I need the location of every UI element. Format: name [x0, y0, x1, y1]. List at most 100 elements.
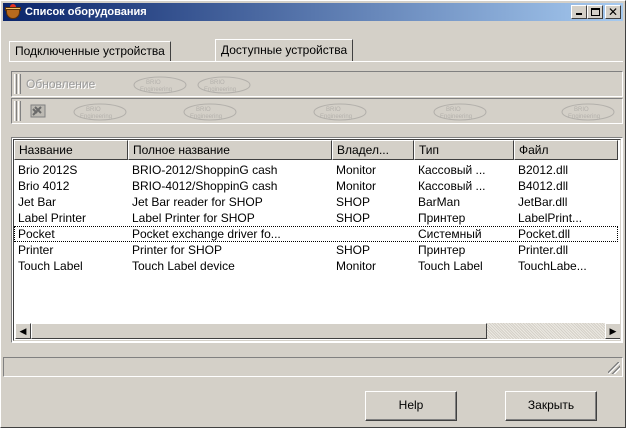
table-row[interactable]: Brio 2012S BRIO-2012/ShoppinG cash Monit… [14, 162, 618, 178]
scroll-right-button[interactable]: ▶ [605, 323, 620, 339]
minimize-icon [576, 13, 582, 15]
table-row[interactable]: Printer Printer for SHOP SHOP Принтер Pr… [14, 242, 618, 258]
cell-owner: SHOP [336, 211, 371, 225]
tab-strip: Подключенные устройства Доступные устрой… [9, 39, 619, 61]
close-icon: ✕ [607, 5, 619, 19]
cell-full-name: BRIO-2012/ShoppinG cash [132, 163, 278, 177]
app-bowl-icon [5, 4, 21, 20]
cell-owner: SHOP [336, 195, 371, 209]
column-header-owner[interactable]: Владел... [332, 140, 414, 160]
tools-toolbar: BRIO Engineering BRIO Engineering BRIO Engi… [11, 98, 623, 124]
table-header: Название Полное название Владел... Тип Ф… [14, 140, 618, 160]
cell-owner: Monitor [336, 259, 377, 273]
cell-file: Printer.dll [518, 243, 569, 257]
table-row[interactable]: Brio 4012 BRIO-4012/ShoppinG cash Monito… [14, 178, 618, 194]
svg-text:Engineering: Engineering [140, 87, 172, 93]
watermark-logo: BRIO Engineering [196, 75, 252, 95]
cell-full-name: Pocket exchange driver fo... [132, 227, 281, 241]
cell-full-name: Jet Bar reader for SHOP [132, 195, 263, 209]
watermark-logo: BRIO Engineering [312, 102, 368, 122]
cell-type: Кассовый ... [418, 179, 486, 193]
svg-text:BRIO: BRIO [196, 107, 211, 113]
cell-name: Pocket [18, 227, 55, 241]
table-body: Brio 2012S BRIO-2012/ShoppinG cash Monit… [14, 162, 618, 274]
cell-file: B4012.dll [518, 179, 569, 193]
svg-text:Engineering: Engineering [190, 114, 222, 120]
table-row[interactable]: Jet Bar Jet Bar reader for SHOP SHOP Bar… [14, 194, 618, 210]
tab-panel-border [9, 61, 623, 62]
cell-full-name: Touch Label device [132, 259, 235, 273]
maximize-icon [591, 8, 600, 16]
cell-name: Printer [18, 243, 54, 257]
arrow-right-icon: ▶ [609, 326, 617, 336]
window-title: Список оборудования [25, 6, 147, 18]
svg-text:Engineering: Engineering [80, 114, 112, 120]
table-row[interactable]: Label Printer Label Printer for SHOP SHO… [14, 210, 618, 226]
cell-type: Принтер [418, 211, 466, 225]
cell-name: Label Printer [18, 211, 87, 225]
refresh-toolbar: Обновление BRIO Engineering BRIO Engineeri… [11, 71, 623, 97]
scroll-thumb[interactable] [31, 323, 487, 339]
devices-table: Название Полное название Владел... Тип Ф… [11, 137, 623, 343]
column-header-type[interactable]: Тип [414, 140, 514, 160]
cell-full-name: Label Printer for SHOP [132, 211, 255, 225]
title-bar[interactable]: Список оборудования ✕ [3, 3, 623, 21]
tab-connected-devices[interactable]: Подключенные устройства [9, 41, 171, 61]
cell-type: BarMan [418, 195, 461, 209]
svg-text:BRIO: BRIO [446, 107, 461, 113]
horizontal-scrollbar[interactable]: ◀ ▶ [15, 323, 620, 339]
cell-full-name: BRIO-4012/ShoppinG cash [132, 179, 278, 193]
tools-icon[interactable] [28, 102, 48, 120]
arrow-left-icon: ◀ [19, 326, 27, 336]
toolbar-grip[interactable] [14, 101, 17, 121]
cell-file: TouchLabe... [518, 259, 587, 273]
svg-text:BRIO: BRIO [574, 107, 589, 113]
equipment-list-window: Список оборудования ✕ Подключенные устро… [0, 0, 626, 428]
column-header-name[interactable]: Название [14, 140, 128, 160]
watermark-logo: BRIO Engineering [72, 102, 128, 122]
cell-type: Кассовый ... [418, 163, 486, 177]
tab-available-devices[interactable]: Доступные устройства [215, 39, 354, 61]
close-window-button[interactable]: ✕ [605, 5, 621, 19]
cell-type: Принтер [418, 243, 466, 257]
cell-full-name: Printer for SHOP [132, 243, 223, 257]
refresh-button[interactable]: Обновление [26, 75, 95, 93]
close-button[interactable]: Закрыть [505, 391, 597, 421]
cell-file: B2012.dll [518, 163, 569, 177]
minimize-button[interactable] [571, 5, 587, 19]
status-bar [3, 357, 623, 377]
cell-file: JetBar.dll [518, 195, 568, 209]
cell-owner: Monitor [336, 179, 377, 193]
table-row[interactable]: Touch Label Touch Label device Monitor T… [14, 258, 618, 274]
toolbar-grip[interactable] [14, 74, 17, 94]
column-header-file[interactable]: Файл [514, 140, 618, 160]
cell-name: Touch Label [18, 259, 83, 273]
toolbar-grip[interactable] [18, 101, 21, 121]
svg-text:Engineering: Engineering [320, 114, 352, 120]
cell-name: Brio 4012 [18, 179, 70, 193]
cell-owner [332, 226, 414, 242]
svg-text:BRIO: BRIO [146, 80, 161, 86]
cell-file: LabelPrint... [518, 211, 583, 225]
maximize-button[interactable] [587, 5, 603, 19]
svg-text:BRIO: BRIO [326, 107, 341, 113]
cell-type: Touch Label [418, 259, 483, 273]
cell-name: Jet Bar [18, 195, 57, 209]
watermark-logo: BRIO Engineering [560, 102, 616, 122]
svg-text:Engineering: Engineering [568, 114, 600, 120]
scroll-left-button[interactable]: ◀ [15, 323, 31, 339]
svg-text:Engineering: Engineering [440, 114, 472, 120]
help-button[interactable]: Help [365, 391, 457, 421]
cell-type: Системный [418, 227, 482, 241]
watermark-logo: BRIO Engineering [132, 75, 188, 95]
cell-file: Pocket.dll [518, 227, 571, 241]
table-row-focused[interactable]: Pocket Pocket exchange driver fo... Сист… [14, 226, 618, 242]
watermark-logo: BRIO Engineering [432, 102, 488, 122]
resize-grip-icon[interactable] [608, 362, 620, 374]
watermark-logo: BRIO Engineering [182, 102, 238, 122]
cell-owner: SHOP [336, 243, 371, 257]
column-header-full-name[interactable]: Полное название [128, 140, 332, 160]
toolbar-grip[interactable] [18, 74, 21, 94]
svg-text:BRIO: BRIO [210, 80, 225, 86]
svg-text:BRIO: BRIO [86, 107, 101, 113]
